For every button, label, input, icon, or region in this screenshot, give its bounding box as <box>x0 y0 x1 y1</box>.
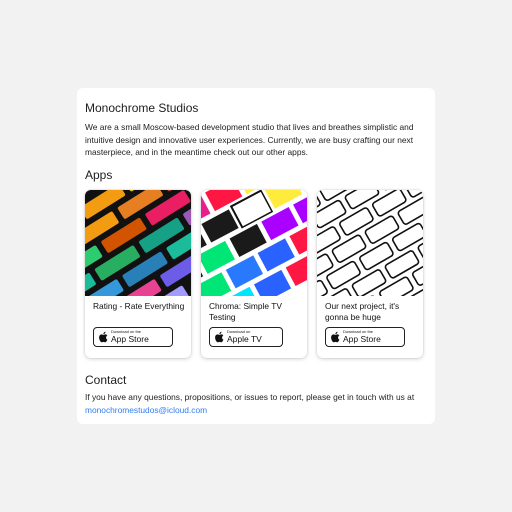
apple-logo-icon <box>99 331 108 343</box>
intro-text: We are a small Moscow-based development … <box>85 122 414 157</box>
badge-big-text: App Store <box>343 334 381 345</box>
app-store-badge[interactable]: Download on the App Store <box>93 327 173 347</box>
apple-tv-badge[interactable]: Download on Apple TV <box>209 327 283 347</box>
apple-logo-icon <box>331 331 340 343</box>
app-name: Our next project, it's gonna be huge <box>325 301 400 322</box>
chroma-app-artwork <box>201 190 307 296</box>
contact-heading: Contact <box>85 373 127 387</box>
badge-big-text: Apple TV <box>227 334 262 345</box>
apple-logo-icon <box>215 331 224 343</box>
email-link[interactable]: monochromestudos@icloud.com <box>85 405 207 415</box>
app-card-rating[interactable]: Rating - Rate Everything Download on the… <box>85 190 191 358</box>
apps-heading: Apps <box>85 168 113 182</box>
apps-list: Rating - Rate Everything Download on the… <box>85 190 427 360</box>
app-name: Chroma: Simple TV Testing <box>209 301 282 322</box>
contact-message: If you have any questions, propositions,… <box>85 392 415 402</box>
next-project-artwork <box>317 190 423 296</box>
rating-app-artwork <box>85 190 191 296</box>
page-title: Monochrome Studios <box>85 101 199 115</box>
app-card-chroma[interactable]: Chroma: Simple TV Testing Download on Ap… <box>201 190 307 358</box>
app-store-badge[interactable]: Download on the App Store <box>325 327 405 347</box>
main-card: Monochrome Studios We are a small Moscow… <box>77 88 435 424</box>
app-card-next-project[interactable]: Our next project, it's gonna be huge Dow… <box>317 190 423 358</box>
badge-big-text: App Store <box>111 334 149 345</box>
app-name: Rating - Rate Everything <box>93 301 185 311</box>
contact-text: If you have any questions, propositions,… <box>85 391 431 416</box>
